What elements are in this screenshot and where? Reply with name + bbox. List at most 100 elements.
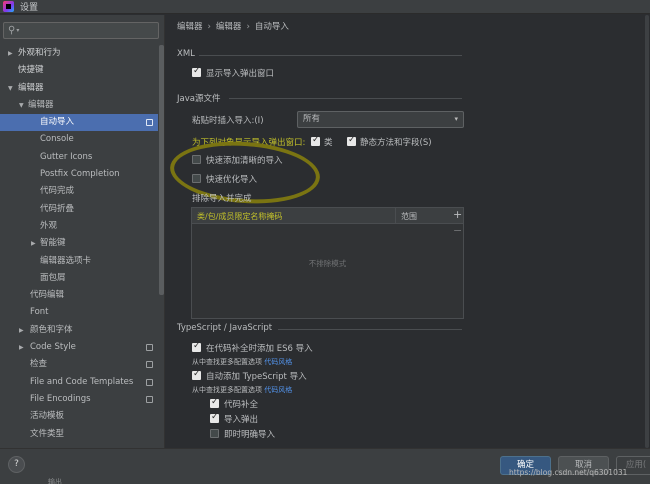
typescript-section-title: TypeScript / JavaScript xyxy=(177,323,273,333)
code-completion-checkbox[interactable] xyxy=(210,397,219,408)
import-popup-checkbox[interactable] xyxy=(210,412,219,423)
breadcrumb-item[interactable]: 编辑器 xyxy=(177,22,203,32)
sidebar-item[interactable]: ▶ 智能键 xyxy=(0,235,158,252)
column-header-scope[interactable]: 范围 xyxy=(401,211,417,222)
section-divider xyxy=(229,98,462,99)
sidebar-item[interactable]: ▼ 编辑器 xyxy=(0,80,158,97)
dialog-footer: ? 输出 确定 取消 应用( https://blog.csdn.net/q63… xyxy=(0,448,650,484)
search-dropdown-icon[interactable]: ▾ xyxy=(16,27,19,34)
expand-down-icon[interactable]: ▼ xyxy=(8,80,13,97)
expand-down-icon[interactable]: ▼ xyxy=(19,97,24,114)
sidebar-item[interactable]: 活动模板 xyxy=(0,408,158,425)
search-box[interactable]: ⚲ ▾ xyxy=(3,22,159,39)
sidebar-item[interactable]: File and Code Templates xyxy=(0,374,158,391)
exclude-table[interactable]: 类/包/成员限定名称掩码 范围 不排除模式 xyxy=(191,207,464,319)
cut-off-label: 输出 xyxy=(48,478,62,484)
sidebar-item-label: Font xyxy=(30,307,49,318)
on-the-fly-imports-label: 即时明确导入 xyxy=(224,430,276,440)
project-scope-icon xyxy=(146,378,153,386)
code-style-hint: 从中查找更多配置选项 代码风格 xyxy=(192,357,292,367)
sidebar-item[interactable]: ▼ 编辑器 xyxy=(0,97,158,114)
project-scope-icon xyxy=(146,395,153,403)
column-header-mask[interactable]: 类/包/成员限定名称掩码 xyxy=(197,211,282,222)
code-style-link[interactable]: 代码风格 xyxy=(264,358,292,366)
sidebar-item[interactable]: 代码完成 xyxy=(0,183,158,200)
expand-right-icon[interactable]: ▶ xyxy=(19,322,24,339)
table-empty-text: 不排除模式 xyxy=(308,259,347,268)
sidebar-item-label: Code Style xyxy=(30,342,76,353)
sidebar-item-label: 编辑器 xyxy=(28,99,54,110)
sidebar-item-label: 外观和行为 xyxy=(18,48,61,58)
expand-right-icon[interactable]: ▶ xyxy=(31,235,36,252)
sidebar-item-label: File Encodings xyxy=(30,393,91,404)
show-import-popup-checkbox[interactable] xyxy=(192,66,201,77)
add-icon[interactable]: + xyxy=(453,208,462,221)
expand-right-icon[interactable]: ▶ xyxy=(19,339,24,356)
sidebar-item[interactable]: ▶ Code Style xyxy=(0,339,158,356)
xml-section-title: XML xyxy=(177,49,195,59)
search-icon[interactable]: ⚲ xyxy=(8,25,15,36)
help-button[interactable]: ? xyxy=(8,456,25,473)
sidebar-item[interactable]: 代码编辑 xyxy=(0,287,158,304)
sidebar-item[interactable]: Console xyxy=(0,131,158,148)
on-the-fly-imports-checkbox[interactable] xyxy=(210,429,219,438)
sidebar-item-label: 代码完成 xyxy=(40,186,75,197)
sidebar-item-label: 颜色和字体 xyxy=(30,324,73,335)
sidebar-item[interactable]: 外观 xyxy=(0,218,158,235)
breadcrumb-separator-icon: › xyxy=(246,22,250,32)
column-separator xyxy=(395,208,396,224)
es6-imports-checkbox[interactable] xyxy=(192,341,201,352)
sidebar-item-label: 编辑器 xyxy=(18,82,44,93)
typescript-imports-checkbox[interactable] xyxy=(192,369,201,380)
static-members-checkbox[interactable] xyxy=(347,135,356,146)
sidebar-item-label: Gutter Icons xyxy=(40,151,93,162)
remove-icon[interactable]: − xyxy=(453,224,462,237)
scrollbar-thumb[interactable] xyxy=(645,15,649,448)
section-divider xyxy=(199,55,462,56)
hint-text: 从中查找更多配置选项 xyxy=(192,358,265,366)
section-divider xyxy=(278,329,462,330)
es6-imports-label: 在代码补全时添加 ES6 导入 xyxy=(206,344,313,354)
code-style-hint: 从中查找更多配置选项 代码风格 xyxy=(192,385,292,395)
panel-scrollbar[interactable] xyxy=(644,15,650,448)
sidebar-item[interactable]: 快捷键 xyxy=(0,62,158,79)
class-label: 类 xyxy=(324,138,333,148)
settings-sidebar: ⚲ ▾ ▶ 外观和行为 快捷键 ▼ 编辑器 ▼ 编辑器 自动导入 Console Gutter I… xyxy=(0,15,165,448)
app-logo-icon xyxy=(3,1,14,12)
sidebar-item[interactable]: 自动导入 xyxy=(0,114,158,132)
sidebar-item[interactable]: Postfix Completion xyxy=(0,166,158,183)
sidebar-item-label: 面包屑 xyxy=(40,272,66,283)
sidebar-item[interactable]: ▶ 颜色和字体 xyxy=(0,322,158,339)
project-scope-icon xyxy=(146,361,153,369)
sidebar-item-label: 代码编辑 xyxy=(30,290,65,301)
sidebar-item[interactable]: 编辑器选项卡 xyxy=(0,253,158,270)
sidebar-item[interactable]: Font xyxy=(0,304,158,321)
java-section-title: Java源文件 xyxy=(177,94,221,104)
sidebar-item-label: File and Code Templates xyxy=(30,376,134,387)
sidebar-item-label: 自动导入 xyxy=(40,117,75,128)
exclude-label: 排除导入并完成 xyxy=(192,194,252,204)
paste-insert-label: 粘贴时插入导入:(I) xyxy=(192,116,264,126)
sidebar-item[interactable]: File Encodings xyxy=(0,391,158,408)
sidebar-item[interactable]: 文件类型 xyxy=(0,426,158,443)
search-input[interactable] xyxy=(22,25,143,36)
project-scope-icon xyxy=(146,344,153,352)
breadcrumb-item[interactable]: 编辑器 xyxy=(216,22,242,32)
sidebar-scrollbar[interactable] xyxy=(159,45,164,295)
import-popup-label: 导入弹出 xyxy=(224,415,259,425)
paste-insert-select[interactable]: 所有 ▾ xyxy=(297,111,464,128)
breadcrumb-separator-icon: › xyxy=(207,22,211,32)
paste-insert-value: 所有 xyxy=(303,114,321,124)
title-bar: 设置 xyxy=(0,0,650,14)
sidebar-item[interactable]: 检查 xyxy=(0,356,158,373)
sidebar-item[interactable]: 代码折叠 xyxy=(0,201,158,218)
class-checkbox[interactable] xyxy=(311,135,320,146)
sidebar-item-label: 外观 xyxy=(40,220,58,231)
watermark: https://blog.csdn.net/q6301031 xyxy=(509,468,628,477)
sidebar-item[interactable]: ▶ 外观和行为 xyxy=(0,45,158,62)
code-style-link[interactable]: 代码风格 xyxy=(264,386,292,394)
window-title: 设置 xyxy=(20,3,39,13)
sidebar-item[interactable]: 面包屑 xyxy=(0,270,158,287)
expand-right-icon[interactable]: ▶ xyxy=(8,45,13,62)
sidebar-item[interactable]: Gutter Icons xyxy=(0,149,158,166)
